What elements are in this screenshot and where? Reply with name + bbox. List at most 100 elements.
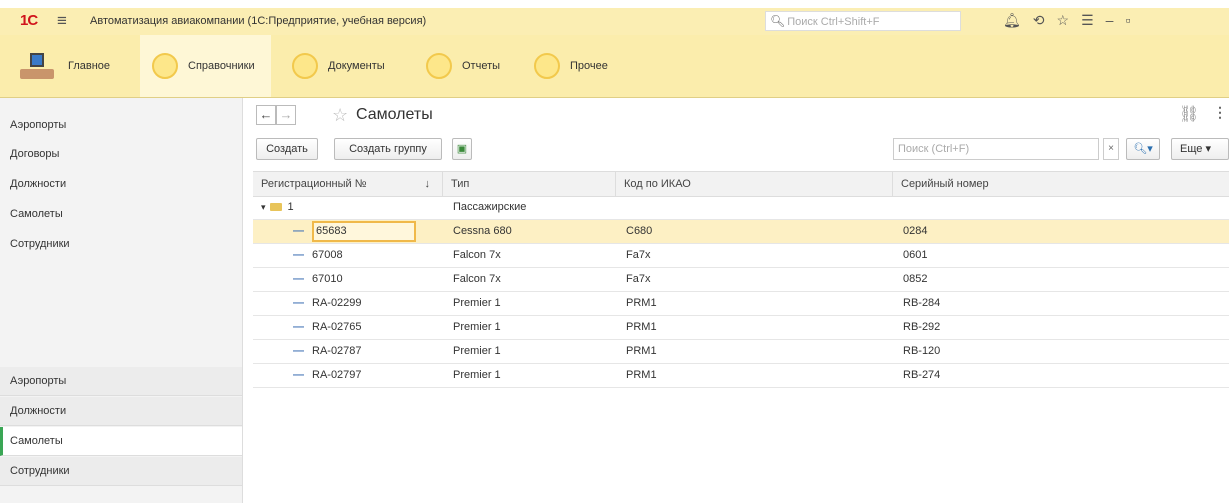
home-desk-icon [20,51,56,81]
favorite-star-icon[interactable]: ☆ [332,105,348,126]
search-icon: 🔍︎ [770,14,786,28]
expand-icon[interactable]: ▾ [261,202,266,212]
sort-arrow-icon: ↓ [424,178,431,190]
cell-icao: PRM1 [626,345,657,357]
history-item-airports[interactable]: Аэропорты [0,367,242,396]
cell-reg: — RA-02299 [293,292,362,315]
clear-search-icon[interactable]: × [1103,138,1119,160]
app-title: Автоматизация авиакомпании (1С:Предприят… [90,15,427,27]
section-label: Главное [68,60,111,72]
menu-icon[interactable]: ≡ [57,11,67,31]
section-other[interactable]: Прочее [534,35,608,97]
back-button[interactable]: ← [256,105,276,125]
nav-item-contracts[interactable]: Договоры [10,148,59,160]
list-search-input[interactable]: Поиск (Ctrl+F) [893,138,1099,160]
table-header: Регистрационный № ↓ Тип Код по ИКАО Сери… [253,171,1229,197]
create-group-button[interactable]: Создать группу [334,138,442,160]
table-row[interactable]: — 67010 Falcon 7x Fa7x 0852 [253,268,1229,292]
item-icon: — [293,297,304,309]
forward-button[interactable]: → [276,105,296,125]
section-reports[interactable]: Отчеты [426,35,500,97]
star-icon[interactable]: ☆ [1057,12,1070,29]
cell-icao: PRM1 [626,321,657,333]
table-row[interactable]: — RA-02787 Premier 1 PRM1 RB-120 [253,340,1229,364]
cell-icao: Fa7x [626,273,651,285]
column-header-serial[interactable]: Серийный номер [893,172,1229,196]
cell-reg: — 67010 [293,268,343,291]
history-item-positions[interactable]: Должности [0,397,242,426]
nav-item-employees[interactable]: Сотрудники [10,238,70,250]
reg-number: RA-02299 [312,297,362,309]
column-header-icao[interactable]: Код по ИКАО [616,172,893,196]
cell-serial: RB-274 [903,369,941,381]
cell-icao: C680 [626,225,653,237]
reg-number: RA-02787 [312,345,362,357]
table-row[interactable]: — RA-02299 Premier 1 PRM1 RB-284 [253,292,1229,316]
table-row[interactable]: — RA-02765 Premier 1 PRM1 RB-292 [253,316,1229,340]
cell-serial: 0852 [903,273,928,285]
cell-type: Cessna 680 [453,225,512,237]
nav-item-airports[interactable]: Аэропорты [10,119,66,131]
minimize-icon[interactable]: – [1106,12,1114,28]
section-panel: Главное Справочники Документы Отчеты Про… [0,35,1229,98]
cell-reg: — 65683 [293,220,416,243]
table-row[interactable]: — 67008 Falcon 7x Fa7x 0601 [253,244,1229,268]
titlebar-icons: 🔔︎ ⟲ ☆ ☰ – ▫ [1003,12,1142,29]
table-row[interactable]: — 65683 Cessna 680 C680 0284 [253,220,1229,244]
title-bar: 1С ≡ Автоматизация авиакомпании (1С:Пред… [0,8,1229,36]
nav-item-airplanes[interactable]: Самолеты [10,208,63,220]
section-label: Прочее [570,60,608,72]
circle-icon [534,53,560,79]
cell-icao: PRM1 [626,369,657,381]
copy-document-icon[interactable]: ▣ [452,138,472,160]
cell-type: Falcon 7x [453,249,501,261]
section-label: Документы [328,60,385,72]
column-header-label: Регистрационный № [261,178,367,190]
reg-number: 67008 [312,249,343,261]
search-options-button[interactable]: 🔍︎▾ [1126,138,1160,160]
section-catalogs[interactable]: Справочники [140,35,271,97]
more-button[interactable]: Еще ▾ [1171,138,1229,160]
cell-type: Premier 1 [453,345,501,357]
cell-icao: PRM1 [626,297,657,309]
group-type: Пассажирские [453,201,527,213]
history-item-employees[interactable]: Сотрудники [0,457,242,486]
circle-icon [292,53,318,79]
item-icon: — [293,345,304,357]
settings-icon[interactable]: ☰ [1081,12,1094,29]
cell-reg: — RA-02797 [293,364,362,387]
cell-serial: RB-292 [903,321,941,333]
column-header-reg[interactable]: Регистрационный № ↓ [253,172,443,196]
section-label: Отчеты [462,60,501,72]
restore-icon[interactable]: ▫ [1125,12,1130,28]
global-search-input[interactable]: 🔍︎ Поиск Ctrl+Shift+F [765,11,961,31]
section-home[interactable]: Главное [20,35,110,97]
table-row[interactable]: — RA-02797 Premier 1 PRM1 RB-274 [253,364,1229,388]
item-icon: — [293,249,304,261]
cell-type: Premier 1 [453,297,501,309]
reg-number: RA-02797 [312,369,362,381]
cell-serial: 0601 [903,249,928,261]
history-item-airplanes[interactable]: Самолеты [0,427,242,456]
cell-reg: — RA-02787 [293,340,362,363]
item-icon: — [293,225,304,237]
cell-serial: RB-284 [903,297,941,309]
bell-icon[interactable]: 🔔︎ [1003,12,1021,29]
logo-1c: 1С [20,12,38,29]
left-navigation: Аэропорты Договоры Должности Самолеты Со… [0,98,243,503]
group-row[interactable]: ▾ 1 Пассажирские [253,196,1229,220]
reg-number: RA-02765 [312,321,362,333]
cell-reg: — 67008 [293,244,343,267]
item-icon: — [293,273,304,285]
link-icon[interactable]: ⛓ [1179,104,1199,124]
column-header-type[interactable]: Тип [443,172,616,196]
reg-number: 67010 [312,273,343,285]
nav-item-positions[interactable]: Должности [10,178,66,190]
group-cell: ▾ 1 [261,196,294,219]
history-icon[interactable]: ⟲ [1033,12,1045,29]
section-documents[interactable]: Документы [292,35,385,97]
section-label: Справочники [188,60,255,72]
cell-serial: RB-120 [903,345,941,357]
create-button[interactable]: Создать [256,138,318,160]
more-actions-icon[interactable]: ⋮ [1213,104,1227,121]
